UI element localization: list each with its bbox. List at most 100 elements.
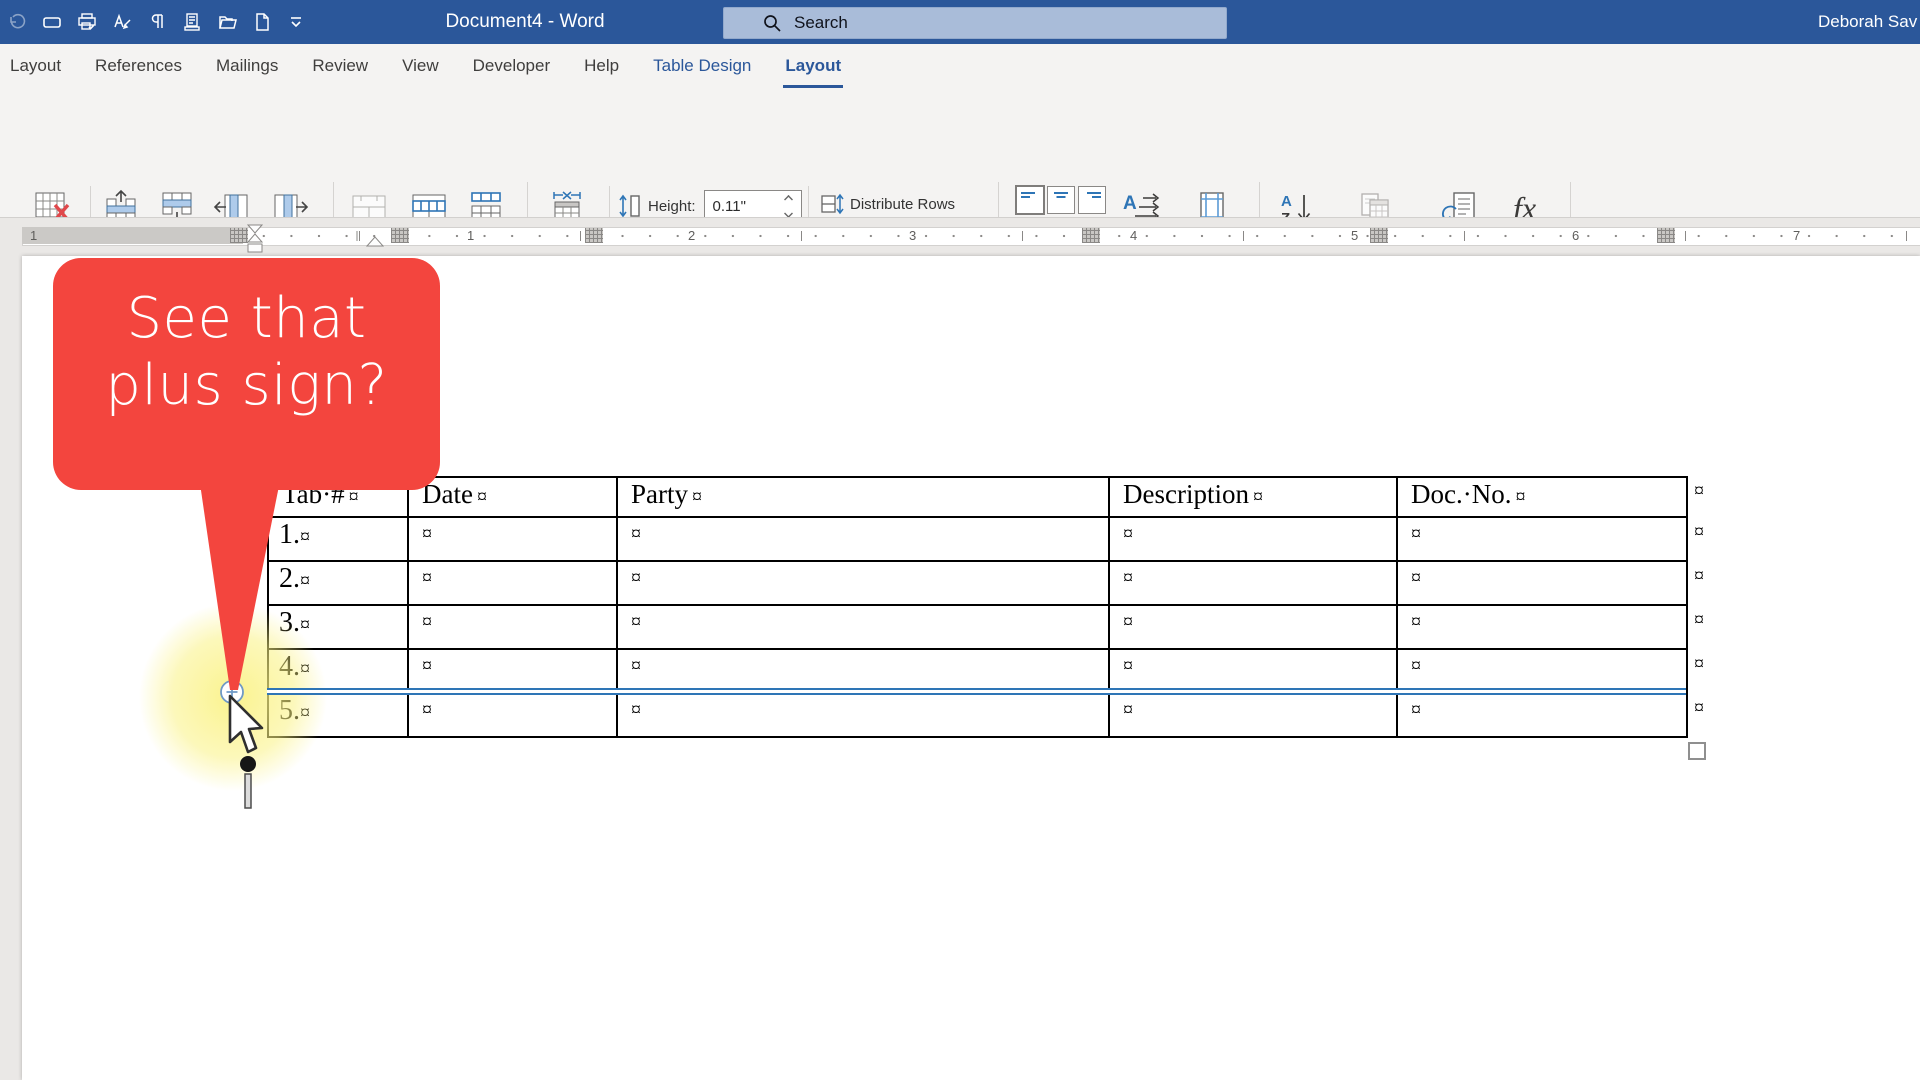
table-cell[interactable]: ¤ bbox=[618, 694, 1110, 738]
column-boundary-marker[interactable] bbox=[1657, 228, 1675, 243]
align-top-right-button[interactable] bbox=[1078, 186, 1106, 214]
print-preview-icon[interactable] bbox=[181, 11, 203, 33]
end-of-cell-marker: ¤ bbox=[422, 523, 432, 545]
end-of-row-marker: ¤ bbox=[1694, 697, 1704, 719]
end-of-cell-marker: ¤ bbox=[631, 611, 641, 633]
tab-table-design[interactable]: Table Design bbox=[653, 44, 751, 88]
end-of-cell-marker: ¤ bbox=[692, 486, 702, 508]
tab-references[interactable]: References bbox=[95, 44, 182, 88]
table-cell[interactable]: ¤ bbox=[618, 606, 1110, 650]
tab-review[interactable]: Review bbox=[312, 44, 368, 88]
document-table[interactable]: Tab·# ¤ Date ¤ Party ¤ Description ¤ Doc.·No… bbox=[267, 476, 1688, 738]
mouse-cursor-icon bbox=[228, 694, 264, 809]
callout-text-line2: plus sign? bbox=[105, 353, 388, 418]
table-cell[interactable]: ¤ bbox=[618, 518, 1110, 562]
undo-icon[interactable] bbox=[6, 11, 28, 33]
table-cell[interactable]: ¤ bbox=[618, 562, 1110, 606]
touch-mouse-mode-icon[interactable] bbox=[41, 11, 63, 33]
end-of-cell-marker: ¤ bbox=[1123, 523, 1133, 545]
table-cell[interactable]: ¤ bbox=[1110, 606, 1398, 650]
end-of-cell-marker: ¤ bbox=[1252, 486, 1263, 508]
end-of-cell-marker: ¤ bbox=[1515, 486, 1526, 508]
tab-help[interactable]: Help bbox=[584, 44, 619, 88]
ruler-number: 1 bbox=[463, 228, 479, 243]
document-title: Document4 - Word bbox=[445, 11, 605, 32]
end-of-cell-marker: ¤ bbox=[1123, 655, 1133, 677]
spelling-grammar-icon[interactable] bbox=[111, 11, 133, 33]
column-boundary-marker[interactable] bbox=[1082, 228, 1100, 243]
table-cell[interactable]: ¤ bbox=[409, 518, 618, 562]
table-cell[interactable]: ¤ bbox=[1398, 606, 1688, 650]
tab-view[interactable]: View bbox=[402, 44, 439, 88]
align-top-left-button[interactable] bbox=[1015, 185, 1045, 215]
height-label: Height: bbox=[648, 197, 696, 215]
column-boundary-marker[interactable] bbox=[391, 228, 409, 243]
height-spin-up-icon[interactable] bbox=[784, 194, 793, 204]
search-icon bbox=[764, 15, 781, 32]
row-height-icon bbox=[619, 194, 640, 218]
ruler-number: 7 bbox=[1789, 228, 1805, 243]
ruler-number: 4 bbox=[1126, 228, 1142, 243]
end-of-row-marker: ¤ bbox=[1694, 480, 1704, 502]
end-of-cell-marker: ¤ bbox=[631, 655, 641, 677]
formatting-marks-icon[interactable] bbox=[146, 11, 168, 33]
tab-mailings[interactable]: Mailings bbox=[216, 44, 278, 88]
search-placeholder: Search bbox=[794, 13, 848, 32]
tab-table-layout[interactable]: Layout bbox=[783, 44, 843, 88]
end-of-row-marker: ¤ bbox=[1694, 609, 1704, 631]
table-header-cell[interactable]: Date ¤ bbox=[409, 478, 618, 518]
table-cell[interactable]: ¤ bbox=[1110, 518, 1398, 562]
end-of-cell-marker: ¤ bbox=[1123, 611, 1133, 633]
align-top-center-button[interactable] bbox=[1047, 186, 1075, 214]
end-of-cell-marker: ¤ bbox=[422, 655, 432, 677]
distribute-rows-icon bbox=[821, 193, 844, 215]
end-of-cell-marker: ¤ bbox=[631, 567, 641, 589]
end-of-row-marker: ¤ bbox=[1694, 653, 1704, 675]
end-of-cell-marker: ¤ bbox=[422, 567, 432, 589]
column-boundary-marker[interactable] bbox=[585, 228, 603, 243]
ruler-number: 6 bbox=[1568, 228, 1584, 243]
table-header-cell[interactable]: Doc.·No. ¤ bbox=[1398, 478, 1688, 518]
table-header-cell[interactable]: Description ¤ bbox=[1110, 478, 1398, 518]
distribute-rows-button[interactable]: Distribute Rows bbox=[820, 192, 955, 216]
quick-print-icon[interactable] bbox=[76, 11, 98, 33]
account-name[interactable]: Deborah Sav bbox=[1818, 0, 1920, 44]
ribbon-tab-strip: Layout References Mailings Review View D… bbox=[0, 44, 1920, 88]
table-cell[interactable]: ¤ bbox=[409, 606, 618, 650]
end-of-row-marker: ¤ bbox=[1694, 565, 1704, 587]
hanging-indent-marker[interactable] bbox=[365, 234, 385, 252]
column-boundary-marker[interactable] bbox=[1370, 228, 1388, 243]
table-cell[interactable]: ¤ bbox=[409, 694, 618, 738]
end-of-cell-marker: ¤ bbox=[300, 570, 310, 592]
table-cell[interactable]: ¤ bbox=[409, 562, 618, 606]
table-header-cell[interactable]: Party ¤ bbox=[618, 478, 1110, 518]
ruler-margin-area bbox=[22, 227, 243, 244]
quick-access-toolbar bbox=[6, 0, 306, 44]
table-cell[interactable]: ¤ bbox=[1110, 562, 1398, 606]
end-of-cell-marker: ¤ bbox=[1411, 567, 1421, 589]
indent-markers[interactable] bbox=[246, 224, 264, 261]
end-of-cell-marker: ¤ bbox=[1123, 699, 1133, 721]
insert-row-indicator-line bbox=[267, 688, 1686, 695]
ruler-number: 3 bbox=[905, 228, 921, 243]
tab-layout[interactable]: Layout bbox=[10, 44, 61, 88]
tab-developer[interactable]: Developer bbox=[473, 44, 551, 88]
new-document-icon[interactable] bbox=[251, 11, 273, 33]
ruler-number: 1 bbox=[26, 228, 42, 243]
height-value: 0.11" bbox=[712, 197, 746, 215]
ruler-number: 5 bbox=[1347, 228, 1363, 243]
word-window: Document4 - Word Search Deborah Sav Layo… bbox=[0, 0, 1920, 1080]
end-of-cell-marker: ¤ bbox=[1411, 699, 1421, 721]
callout-text-line1: See that bbox=[126, 286, 367, 351]
table-cell[interactable]: ¤ bbox=[1398, 562, 1688, 606]
search-box[interactable]: Search bbox=[723, 7, 1227, 39]
customize-quick-access-toolbar-icon[interactable] bbox=[286, 12, 306, 32]
table-cell[interactable]: ¤ bbox=[1110, 694, 1398, 738]
table-cell[interactable]: ¤ bbox=[1398, 518, 1688, 562]
table-cell[interactable]: ¤ bbox=[1398, 694, 1688, 738]
table-resize-handle[interactable] bbox=[1688, 742, 1706, 760]
end-of-cell-marker: ¤ bbox=[1411, 523, 1421, 545]
open-icon[interactable] bbox=[216, 11, 238, 33]
ribbon: Delete Insert Above Insert Below Insert … bbox=[0, 88, 1920, 302]
end-of-row-marker: ¤ bbox=[1694, 521, 1704, 543]
